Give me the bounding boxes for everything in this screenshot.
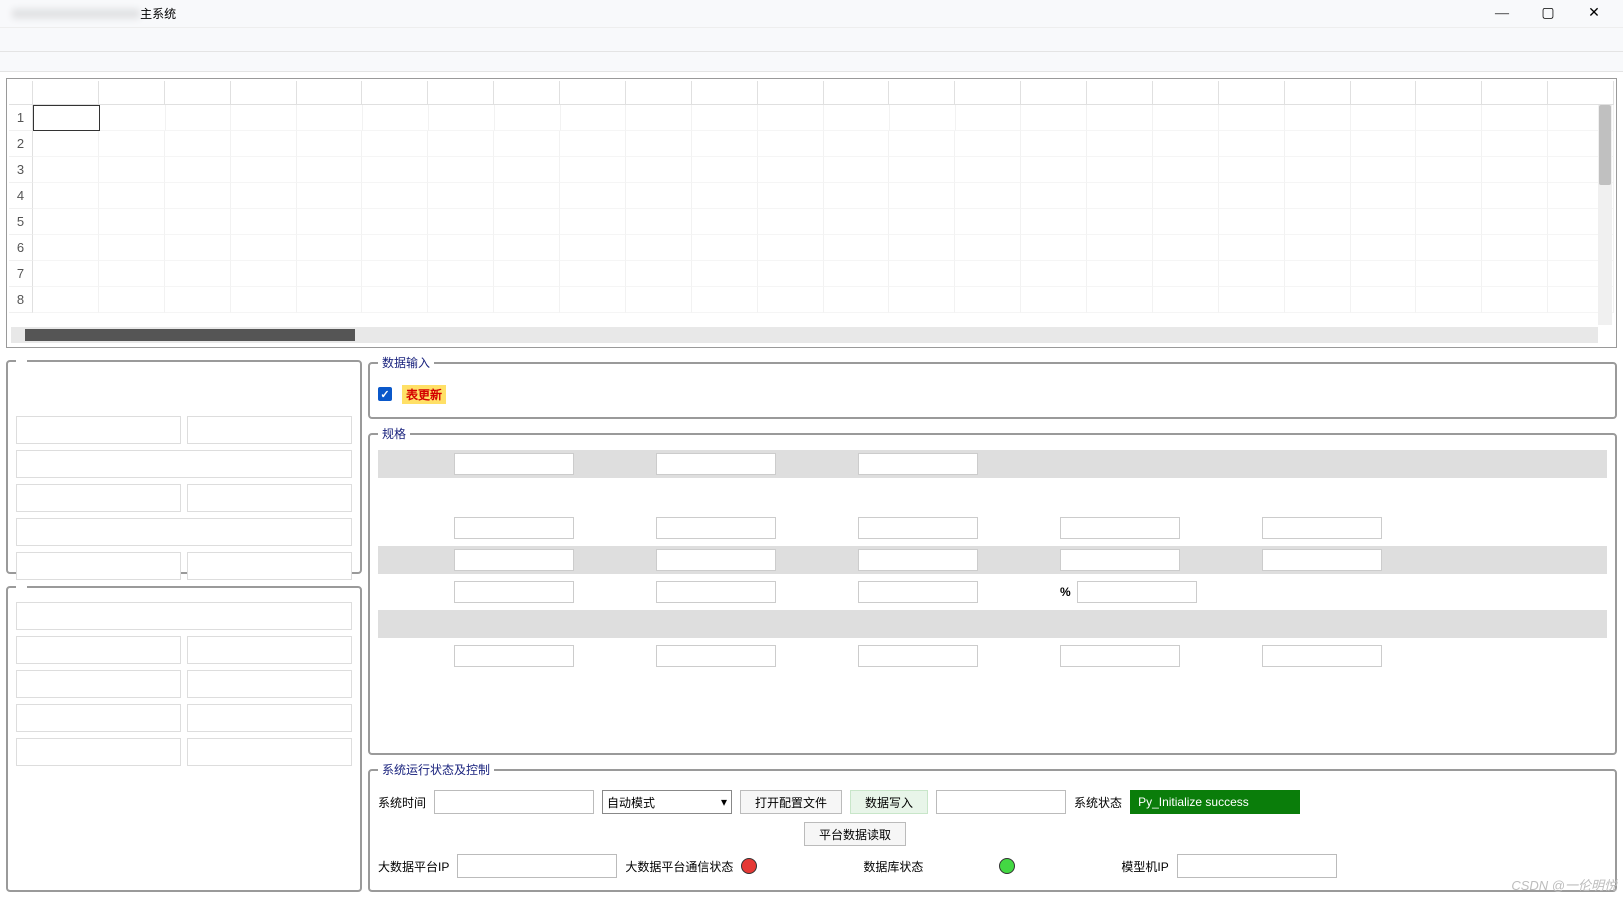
left2-input[interactable]: [16, 636, 181, 664]
left2-input[interactable]: [187, 636, 352, 664]
table-update-checkbox[interactable]: [378, 387, 392, 401]
status-extra-field[interactable]: [936, 790, 1066, 814]
spec-input[interactable]: [1262, 549, 1382, 571]
spec-input[interactable]: [1060, 645, 1180, 667]
left2-input[interactable]: [16, 670, 181, 698]
specs-legend: 规格: [378, 425, 410, 442]
left2-input[interactable]: [187, 704, 352, 732]
cell-a1[interactable]: [33, 105, 100, 131]
watermark: CSDN @一伦明悦: [1511, 875, 1617, 894]
mode-combobox[interactable]: 自动模式: [602, 790, 732, 814]
spec-input[interactable]: [858, 453, 978, 475]
left1-input[interactable]: [16, 552, 181, 580]
db-status-led-icon: [999, 858, 1015, 874]
system-status-badge: Py_Initialize success: [1130, 790, 1300, 814]
window-titlebar: XXXXXXXXXXXXXXXX主系统 — ▢ ✕: [0, 0, 1623, 28]
left-panel-2-legend: [16, 580, 27, 594]
spec-input[interactable]: [858, 517, 978, 539]
percent-symbol: %: [1060, 585, 1071, 599]
left2-input[interactable]: [187, 670, 352, 698]
left1-input[interactable]: [16, 518, 352, 546]
menubar[interactable]: [0, 28, 1623, 52]
spec-input[interactable]: [454, 645, 574, 667]
system-time-label: 系统时间: [378, 794, 426, 811]
left2-input[interactable]: [16, 704, 181, 732]
system-status-label: 系统状态: [1074, 794, 1122, 811]
left1-input[interactable]: [16, 416, 181, 444]
left1-input[interactable]: [187, 552, 352, 580]
specs-panel: 规格: [368, 425, 1617, 755]
vertical-scrollbar[interactable]: [1598, 105, 1612, 325]
spec-input[interactable]: [454, 517, 574, 539]
spreadsheet-panel: 1 2 3 4 5 6 7 8: [6, 78, 1617, 348]
model-ip-field[interactable]: [1177, 854, 1337, 878]
spec-input[interactable]: [656, 645, 776, 667]
left1-input[interactable]: [16, 484, 181, 512]
db-status-label: 数据库状态: [863, 858, 923, 875]
left2-input[interactable]: [16, 738, 181, 766]
bigdata-comm-led-icon: [741, 858, 757, 874]
spec-input[interactable]: [1060, 549, 1180, 571]
spec-input[interactable]: [656, 453, 776, 475]
spec-input[interactable]: [1262, 517, 1382, 539]
spec-input[interactable]: [1077, 581, 1197, 603]
bigdata-ip-label: 大数据平台IP: [378, 858, 449, 875]
data-write-button[interactable]: 数据写入: [850, 790, 928, 814]
spec-input[interactable]: [454, 453, 574, 475]
horizontal-scrollbar[interactable]: [11, 327, 1598, 343]
spec-input[interactable]: [454, 581, 574, 603]
left1-input[interactable]: [187, 416, 352, 444]
column-headers: [9, 81, 1614, 105]
spec-input[interactable]: [656, 581, 776, 603]
left1-input[interactable]: [187, 484, 352, 512]
toolbar-strip: [0, 52, 1623, 72]
window-close-button[interactable]: ✕: [1571, 0, 1617, 28]
model-ip-label: 模型机IP: [1121, 858, 1168, 875]
status-panel: 系统运行状态及控制 系统时间 自动模式 打开配置文件 数据写入 系统状态 Py_…: [368, 761, 1617, 892]
table-update-label: 表更新: [402, 385, 446, 404]
data-input-panel: 数据输入 表更新: [368, 354, 1617, 419]
window-minimize-button[interactable]: —: [1479, 0, 1525, 28]
spec-input[interactable]: [656, 549, 776, 571]
left-panel-1-legend: [16, 354, 27, 368]
open-config-button[interactable]: 打开配置文件: [740, 790, 842, 814]
spec-input[interactable]: [656, 517, 776, 539]
status-legend: 系统运行状态及控制: [378, 761, 494, 778]
window-maximize-button[interactable]: ▢: [1525, 0, 1571, 28]
spec-input[interactable]: [1060, 517, 1180, 539]
spec-input[interactable]: [858, 581, 978, 603]
window-title: XXXXXXXXXXXXXXXX主系统: [6, 5, 1479, 22]
spec-input[interactable]: [858, 549, 978, 571]
left-panel-2: [6, 580, 362, 892]
platform-read-button[interactable]: 平台数据读取: [804, 822, 906, 846]
bigdata-ip-field[interactable]: [457, 854, 617, 878]
left2-input[interactable]: [16, 602, 352, 630]
data-input-legend: 数据输入: [378, 354, 434, 371]
spreadsheet-body[interactable]: 1 2 3 4 5 6 7 8: [9, 105, 1614, 345]
bigdata-comm-label: 大数据平台通信状态: [625, 858, 733, 875]
spec-input[interactable]: [1262, 645, 1382, 667]
left1-input[interactable]: [16, 450, 352, 478]
left-panel-1: [6, 354, 362, 574]
spec-input[interactable]: [454, 549, 574, 571]
row-number: 1: [9, 105, 33, 131]
left2-input[interactable]: [187, 738, 352, 766]
system-time-field[interactable]: [434, 790, 594, 814]
spec-input[interactable]: [858, 645, 978, 667]
